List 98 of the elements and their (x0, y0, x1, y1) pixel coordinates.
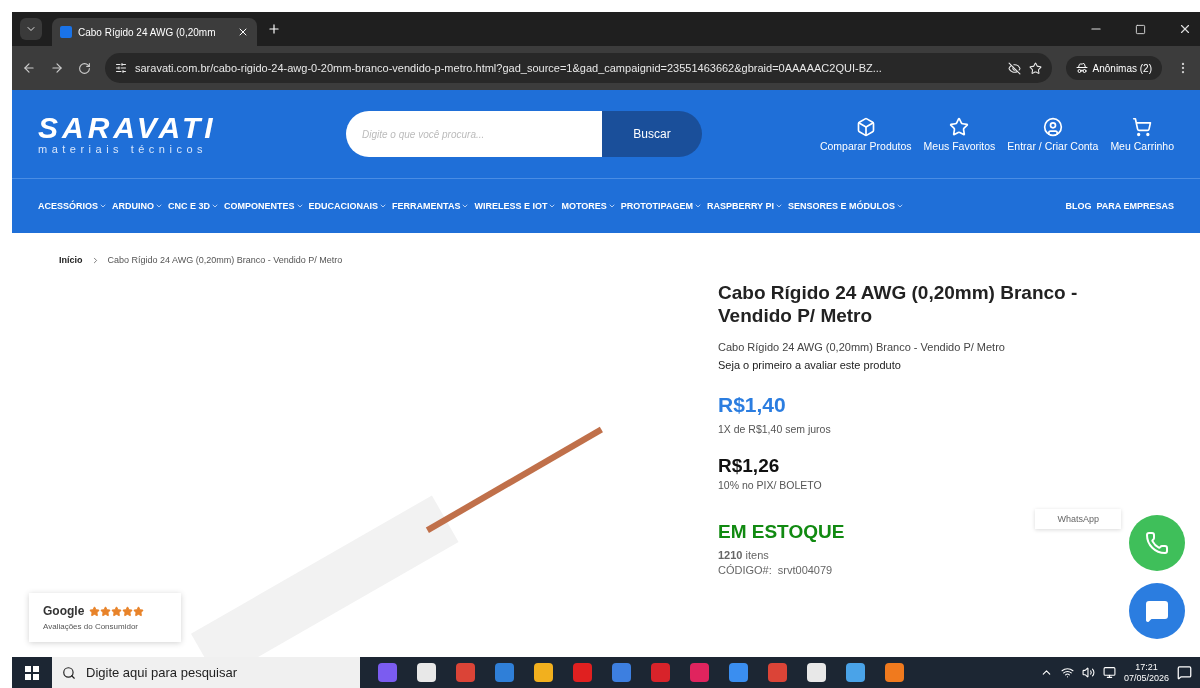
tab-list-button[interactable] (20, 18, 42, 40)
star-icon (100, 605, 112, 617)
nav-link[interactable]: BLOG (1065, 201, 1092, 211)
taskbar-app-icon[interactable] (846, 663, 865, 682)
favicon-icon (60, 26, 72, 38)
header-link[interactable]: Comparar Produtos (819, 116, 912, 152)
caret-icon (461, 202, 470, 210)
nav-menu-item[interactable]: RASPBERRY PI (706, 201, 783, 211)
speaker-icon[interactable] (1081, 666, 1095, 679)
close-icon[interactable] (237, 26, 249, 38)
taskbar-app-icon[interactable] (534, 663, 553, 682)
back-icon[interactable] (22, 61, 36, 75)
nav-menu-item[interactable]: SENSORES E MÓDULOS (787, 201, 904, 211)
nav-menu-item[interactable]: WIRELESS E IOT (474, 201, 557, 211)
windows-icon (25, 665, 39, 680)
caret-icon (607, 202, 616, 210)
address-bar[interactable]: saravati.com.br/cabo-rigido-24-awg-0-20mm-branco-vendido-p-metro.html?gad_source=1&gad_campaignid=23551463662&gbraid=0AAAAAC2QUI-BZ... (105, 53, 1052, 83)
notification-icon[interactable] (1177, 665, 1192, 680)
caret-icon (99, 202, 107, 210)
logo-tagline: materiais técnicos (38, 143, 209, 155)
pix-price: R$1,26 (718, 455, 781, 477)
taskbar-app-icon[interactable] (378, 663, 397, 682)
product-subtitle: Cabo Rígido 24 AWG (0,20mm) Branco - Vendido P/ Metro (718, 341, 1006, 353)
caret-icon (379, 202, 388, 210)
price: R$1,40 (718, 393, 787, 417)
reload-icon[interactable] (78, 61, 91, 75)
stock-status: EM ESTOQUE (718, 521, 846, 543)
product-title: Cabo Rígido 24 AWG (0,20mm) Branco - Vendido P/ Metro (718, 281, 1079, 327)
new-tab-icon[interactable] (267, 22, 281, 36)
code-label: CÓDIGO#: (718, 564, 772, 576)
chat-icon (1145, 599, 1169, 623)
review-link[interactable]: Seja o primeiro a avaliar este produto (718, 359, 1200, 371)
eye-off-icon[interactable] (1007, 61, 1021, 75)
taskbar-app-icon[interactable] (417, 663, 436, 682)
caret-icon (211, 202, 220, 210)
logo-text[interactable]: SARAVATI (38, 113, 346, 143)
star-icon (949, 116, 970, 137)
phone-icon (1145, 531, 1169, 555)
caret-icon (896, 202, 904, 210)
nav-menu-item[interactable]: ARDUINO (112, 201, 163, 211)
taskbar-app-icon[interactable] (807, 663, 826, 682)
monitor-icon[interactable] (1102, 666, 1116, 679)
taskbar-app-icon[interactable] (768, 663, 787, 682)
search-button[interactable]: Buscar (602, 111, 702, 157)
cart-icon (1132, 116, 1153, 137)
box-icon (855, 116, 876, 137)
taskbar-search-input[interactable]: Digite aqui para pesquisar (84, 664, 350, 681)
caret-icon (155, 202, 163, 210)
star-icon (89, 605, 101, 617)
nav-menu-item[interactable]: EDUCACIONAIS (308, 201, 388, 211)
caret-icon (548, 202, 557, 210)
nav-menu-item[interactable]: CNC E 3D (168, 201, 220, 211)
nav-menu-item[interactable]: PROTOTIPAGEM (620, 201, 702, 211)
whatsapp-label: WhatsApp (1035, 509, 1121, 529)
nav-menu-item[interactable]: FERRAMENTAS (392, 201, 470, 211)
caret-icon (693, 202, 702, 210)
taskbar-search-field[interactable]: Digite aqui para pesquisar (52, 657, 360, 688)
forward-icon[interactable] (50, 61, 64, 75)
incognito-profile-button[interactable]: Anônimas (2) (1065, 56, 1162, 80)
breadcrumb-link[interactable]: Início (59, 255, 83, 265)
maximize-icon[interactable] (1135, 23, 1146, 35)
close-icon[interactable] (1178, 22, 1192, 36)
taskbar-clock[interactable]: 17:21 07/05/2026 (1123, 661, 1169, 684)
installments-text: 1X de R$1,40 sem juros (718, 423, 832, 435)
taskbar-app-icon[interactable] (885, 663, 904, 682)
taskbar-app-icon[interactable] (573, 663, 592, 682)
header-link[interactable]: Meu Carrinho (1110, 116, 1174, 152)
header-link[interactable]: Meus Favoritos (923, 116, 996, 152)
nav-menu-item[interactable]: MOTORES (561, 201, 616, 211)
network-icon[interactable] (1060, 666, 1074, 679)
star-icon (133, 605, 145, 617)
nav-menu-item[interactable]: ACESSÓRIOS (38, 201, 107, 211)
caret-icon (774, 202, 783, 210)
caret-icon (295, 202, 304, 210)
chat-button[interactable] (1129, 583, 1185, 639)
incognito-icon (1075, 62, 1088, 74)
taskbar-app-icon[interactable] (612, 663, 631, 682)
search-field[interactable]: Digite o que você procura... (346, 111, 602, 157)
star-icon (111, 605, 123, 617)
breadcrumb-current: Cabo Rígido 24 AWG (0,20mm) Branco - Vendido P/ Metro (107, 255, 343, 265)
pix-note: 10% no PIX/ BOLETO (718, 479, 823, 491)
site-settings-icon[interactable] (115, 62, 127, 74)
google-reviews-badge[interactable]: Google Avaliações do Consumidor (29, 593, 181, 642)
taskbar-app-icon[interactable] (456, 663, 475, 682)
nav-link[interactable]: PARA EMPRESAS (1096, 201, 1174, 211)
browser-tab[interactable]: Cabo Rígido 24 AWG (0,20mm (52, 18, 257, 46)
taskbar-app-icon[interactable] (651, 663, 670, 682)
nav-menu-item[interactable]: COMPONENTES (224, 201, 304, 211)
stock-count: 1210 itens (718, 549, 770, 561)
star-icon[interactable] (1028, 61, 1042, 75)
taskbar-app-icon[interactable] (690, 663, 709, 682)
taskbar-app-icon[interactable] (729, 663, 748, 682)
star-icon (122, 605, 134, 617)
user-icon (1042, 116, 1063, 137)
product-code: srvt004079 (777, 564, 833, 576)
search-icon (62, 665, 76, 680)
header-link[interactable]: Entrar / Criar Conta (1007, 116, 1099, 152)
taskbar-app-icon[interactable] (495, 663, 514, 682)
